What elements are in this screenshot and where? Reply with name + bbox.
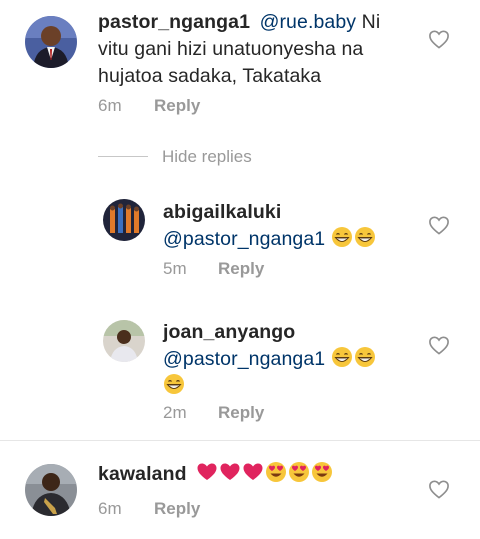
comment-text-part: vitu gani hizi unatuonyesha na: [98, 38, 364, 60]
grinning-face-emoji-icon: [331, 346, 353, 368]
avatar[interactable]: [103, 320, 145, 362]
grinning-face-emoji-icon: [331, 226, 353, 248]
comment-text-part: Ni: [356, 11, 381, 33]
reply-button[interactable]: Reply: [154, 499, 200, 519]
pink-heart-emoji-icon: [242, 461, 264, 483]
grinning-face-emoji-icon: [354, 346, 376, 368]
timestamp: 5m: [163, 259, 187, 278]
hide-replies-label[interactable]: Hide replies: [162, 147, 252, 167]
avatar[interactable]: [25, 464, 77, 516]
avatar[interactable]: [25, 16, 77, 68]
heart-eyes-emoji-icon: [311, 461, 333, 483]
reply-meta: 5m Reply: [163, 259, 264, 279]
reply-item: joan_anyango @pastor_nganga1 2m Reply: [0, 315, 480, 435]
like-heart-icon[interactable]: [428, 29, 450, 49]
comment-text-part: hujatoa sadaka, Takataka: [98, 65, 322, 87]
mention-link[interactable]: @pastor_nganga1: [163, 228, 325, 250]
like-heart-icon[interactable]: [428, 479, 450, 499]
heart-eyes-emoji-icon: [288, 461, 310, 483]
section-divider: [0, 440, 480, 441]
reply-text: abigailkaluki @pastor_nganga1: [163, 199, 423, 253]
mention-link[interactable]: @pastor_nganga1: [163, 348, 325, 370]
reply-text: joan_anyango @pastor_nganga1: [163, 319, 423, 400]
username[interactable]: abigailkaluki: [163, 201, 281, 223]
username[interactable]: kawaland: [98, 463, 187, 485]
reply-meta: 2m Reply: [163, 403, 264, 423]
reply-item: abigailkaluki @pastor_nganga1 5m Reply: [0, 195, 480, 290]
like-heart-icon[interactable]: [428, 215, 450, 235]
reply-button[interactable]: Reply: [218, 403, 264, 423]
hide-replies-toggle[interactable]: Hide replies: [98, 147, 298, 167]
comment-item: pastor_nganga1 @rue.baby Ni vitu gani hi…: [0, 0, 480, 130]
divider-line: [98, 156, 148, 157]
timestamp: 6m: [98, 96, 122, 115]
grinning-face-emoji-icon: [354, 226, 376, 248]
avatar[interactable]: [103, 199, 145, 241]
comment-text: pastor_nganga1 @rue.baby Ni vitu gani hi…: [98, 9, 428, 90]
username[interactable]: pastor_nganga1: [98, 11, 250, 33]
username[interactable]: joan_anyango: [163, 321, 295, 343]
heart-eyes-emoji-icon: [265, 461, 287, 483]
reply-button[interactable]: Reply: [154, 96, 200, 116]
mention-link[interactable]: @rue.baby: [260, 11, 357, 33]
grinning-face-emoji-icon: [163, 373, 185, 395]
timestamp: 2m: [163, 403, 187, 422]
like-heart-icon[interactable]: [428, 335, 450, 355]
reply-button[interactable]: Reply: [218, 259, 264, 279]
pink-heart-emoji-icon: [196, 461, 218, 483]
timestamp: 6m: [98, 499, 122, 518]
comment-meta: 6m Reply: [98, 499, 200, 519]
comment-text: kawaland: [98, 461, 428, 488]
comment-item: kawaland 6m Reply: [0, 450, 480, 539]
comment-meta: 6m Reply: [98, 96, 200, 116]
pink-heart-emoji-icon: [219, 461, 241, 483]
